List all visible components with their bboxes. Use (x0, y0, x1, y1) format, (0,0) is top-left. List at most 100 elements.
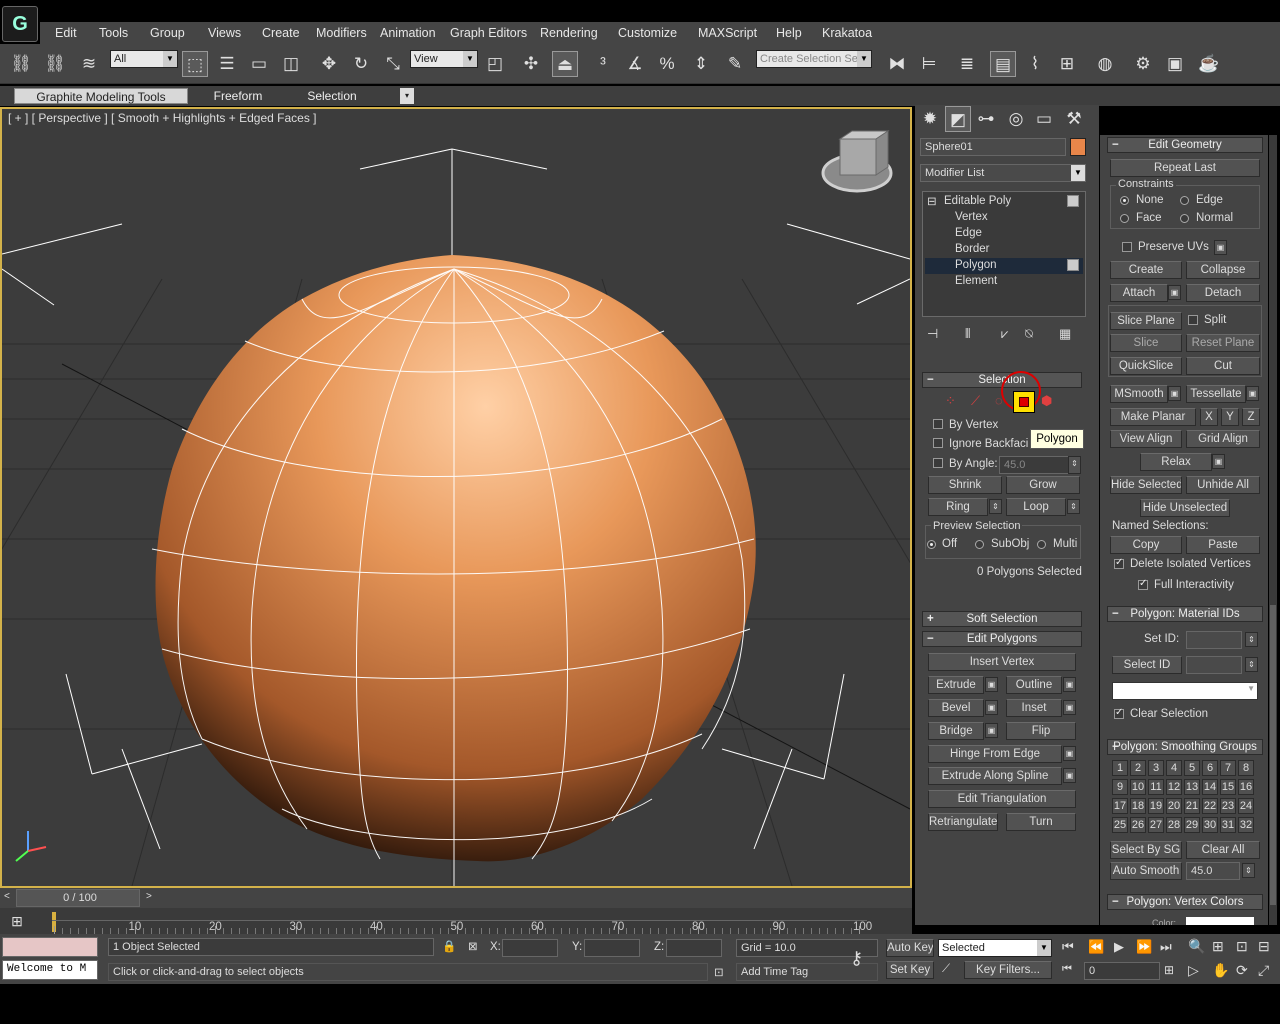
maxscript-input[interactable]: Welcome to M (2, 960, 98, 980)
app-logo-button[interactable]: G (2, 6, 38, 42)
menu-edit[interactable]: Edit (55, 26, 77, 40)
smoothing-group-22-button[interactable]: 22 (1202, 798, 1218, 814)
percent-snap-icon[interactable]: % (654, 51, 680, 77)
vertex-color-swatch[interactable] (1186, 917, 1254, 925)
maxscript-listener-mini[interactable] (2, 937, 98, 957)
msmooth-button[interactable]: MSmooth (1110, 385, 1168, 403)
stack-item-border[interactable]: Border (955, 243, 990, 255)
set-id-spinner-icon[interactable]: ⇕ (1245, 632, 1258, 647)
auto-key-button[interactable]: Auto Key (886, 939, 934, 957)
inset-button[interactable]: Inset (1006, 699, 1062, 717)
edit-triangulation-button[interactable]: Edit Triangulation (928, 790, 1076, 808)
mirror-icon[interactable]: ⧓ (884, 51, 910, 77)
bridge-button[interactable]: Bridge (928, 722, 984, 740)
go-to-start-icon[interactable]: ⏮ (1062, 939, 1074, 955)
unlink-icon[interactable]: ⛓ (42, 51, 68, 77)
smoothing-group-18-button[interactable]: 18 (1130, 798, 1146, 814)
smoothing-group-15-button[interactable]: 15 (1220, 779, 1236, 795)
show-end-result-icon[interactable] (1067, 195, 1079, 207)
set-key-button[interactable]: Set Key (886, 961, 934, 979)
set-keys-key-icon[interactable]: ⚷ (850, 948, 863, 969)
quickslice-button[interactable]: QuickSlice (1110, 357, 1182, 375)
polygon-mode-icon[interactable] (1013, 391, 1035, 413)
rotate-icon[interactable]: ↻ (348, 51, 374, 77)
key-filters-button[interactable]: Key Filters... (964, 961, 1052, 979)
configure-modifier-sets-icon[interactable]: ▦ (1059, 326, 1071, 342)
stack-item-editable-poly[interactable]: Editable Poly (944, 195, 1011, 207)
render-setup-icon[interactable]: ⚙ (1130, 51, 1156, 77)
graphite-toggle-icon[interactable]: ▤ (990, 51, 1016, 77)
menu-modifiers[interactable]: Modifiers (316, 26, 367, 40)
tab-selection[interactable]: Selection (296, 88, 368, 104)
remove-modifier-icon[interactable]: ⍉ (1025, 326, 1033, 342)
window-crossing-icon[interactable]: ◫ (278, 51, 304, 77)
smoothing-group-27-button[interactable]: 27 (1148, 817, 1164, 833)
delete-isolated-vertices-checkbox[interactable] (1114, 557, 1124, 569)
tab-freeform[interactable]: Freeform (200, 88, 276, 104)
tessellate-button[interactable]: Tessellate (1186, 385, 1246, 403)
auto-smooth-spinner-icon[interactable]: ⇕ (1242, 863, 1255, 878)
preview-off-radio[interactable] (927, 540, 936, 549)
smoothing-group-13-button[interactable]: 13 (1184, 779, 1200, 795)
align-icon[interactable]: ⊨ (916, 51, 942, 77)
msmooth-settings-icon[interactable]: ▣ (1168, 386, 1181, 401)
smoothing-group-7-button[interactable]: 7 (1220, 760, 1236, 776)
stack-item-edge[interactable]: Edge (955, 227, 982, 239)
auto-smooth-threshold-field[interactable]: 45.0 (1186, 862, 1240, 880)
stack-item-element[interactable]: Element (955, 275, 997, 287)
smoothing-group-30-button[interactable]: 30 (1202, 817, 1218, 833)
go-to-end-icon[interactable]: ⏭ (1160, 939, 1172, 955)
bridge-settings-icon[interactable]: ▣ (985, 723, 998, 738)
outline-settings-icon[interactable]: ▣ (1063, 677, 1076, 692)
play-icon[interactable]: ▶ (1114, 939, 1124, 955)
maximize-viewport-icon[interactable]: ⤢ (1258, 962, 1269, 979)
time-slider[interactable]: < 0 / 100 > (0, 888, 912, 908)
full-interactivity-checkbox[interactable] (1138, 578, 1148, 590)
menu-views[interactable]: Views (208, 26, 241, 40)
menu-group[interactable]: Group (150, 26, 185, 40)
rendered-frame-window-icon[interactable]: ▣ (1162, 51, 1188, 77)
display-tab-icon[interactable]: ▭ (1031, 106, 1057, 132)
extrude-settings-icon[interactable]: ▣ (985, 677, 998, 692)
motion-tab-icon[interactable]: ◎ (1003, 106, 1029, 132)
stack-item-polygon[interactable]: Polygon (955, 259, 997, 271)
select-object-icon[interactable]: ⬚ (182, 51, 208, 77)
ring-spinner-icon[interactable]: ⇕ (989, 499, 1002, 514)
pivot-center-icon[interactable]: ◰ (482, 51, 508, 77)
retriangulate-button[interactable]: Retriangulate (928, 813, 998, 831)
constraint-edge-radio[interactable] (1180, 196, 1189, 205)
loop-spinner-icon[interactable]: ⇕ (1067, 499, 1080, 514)
constraint-face-radio[interactable] (1120, 214, 1129, 223)
clear-all-button[interactable]: Clear All (1186, 841, 1260, 859)
edit-geometry-rollout-header[interactable]: − Edit Geometry (1107, 137, 1263, 153)
time-configuration-icon[interactable]: ⊞ (1164, 963, 1174, 977)
smoothing-group-11-button[interactable]: 11 (1148, 779, 1164, 795)
create-tab-icon[interactable]: ✹ (917, 106, 943, 132)
extrude-button[interactable]: Extrude (928, 676, 984, 694)
curve-editor-icon[interactable]: ⌇ (1022, 51, 1048, 77)
by-angle-spinner-arrows[interactable]: ⇕ (1068, 456, 1081, 474)
hinge-from-edge-button[interactable]: Hinge From Edge (928, 745, 1062, 763)
flip-button[interactable]: Flip (1006, 722, 1076, 740)
y-coordinate-field[interactable] (584, 939, 640, 957)
material-name-dropdown[interactable]: ▼ (1112, 682, 1258, 700)
select-manipulate-icon[interactable]: ✣ (518, 51, 544, 77)
outline-button[interactable]: Outline (1006, 676, 1062, 694)
smoothing-groups-rollout-header[interactable]: − Polygon: Smoothing Groups (1107, 739, 1263, 755)
snaps-toggle-icon[interactable]: ³ (590, 51, 616, 77)
turn-button[interactable]: Turn (1006, 813, 1076, 831)
smoothing-group-28-button[interactable]: 28 (1166, 817, 1182, 833)
element-mode-icon[interactable]: ⬢ (1041, 393, 1052, 409)
stack-item-vertex[interactable]: Vertex (955, 211, 988, 223)
bevel-settings-icon[interactable]: ▣ (985, 700, 998, 715)
tessellate-settings-icon[interactable]: ▣ (1246, 386, 1259, 401)
field-of-view-icon[interactable]: ▷ (1188, 962, 1199, 979)
track-bar[interactable]: ⊞ 10 20 30 40 50 60 70 80 90 100 (0, 908, 912, 934)
inset-settings-icon[interactable]: ▣ (1063, 700, 1076, 715)
menu-rendering[interactable]: Rendering (540, 26, 598, 40)
selection-filter-dropdown[interactable]: All ▼ (110, 50, 178, 68)
zoom-extents-icon[interactable]: ⊡ (1236, 938, 1248, 955)
select-id-spinner-icon[interactable]: ⇕ (1245, 657, 1258, 672)
previous-frame-icon[interactable]: ⏪ (1088, 939, 1104, 955)
extrude-along-spline-settings-icon[interactable]: ▣ (1063, 768, 1076, 783)
